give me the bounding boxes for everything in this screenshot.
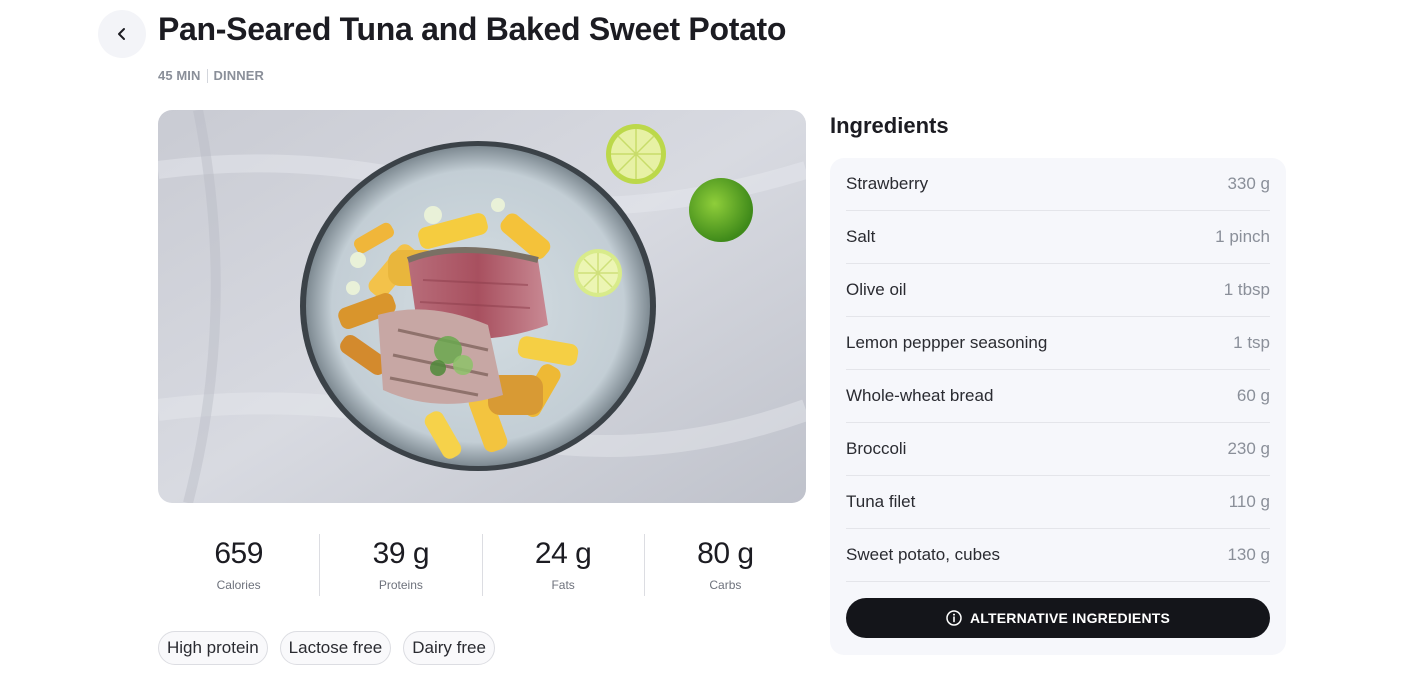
nutrition-stats: 659 Calories 39 g Proteins 24 g Fats 80 …: [158, 534, 806, 596]
recipe-meta: 45 MIN DINNER: [158, 68, 264, 83]
info-circle-icon: [946, 610, 962, 626]
recipe-meal-type: DINNER: [213, 68, 264, 83]
ingredients-heading: Ingredients: [830, 113, 949, 138]
ingredient-row: Lemon peppper seasoning 1 tsp: [846, 317, 1270, 370]
ingredient-qty: 1 tbsp: [1223, 280, 1270, 299]
ingredients-panel: Strawberry 330 g Salt 1 pinch Olive oil …: [830, 158, 1286, 655]
ingredient-name: Salt: [846, 227, 876, 246]
stat-value: 80 g: [697, 537, 754, 570]
tag-dairy-free[interactable]: Dairy free: [403, 631, 495, 665]
tag-high-protein[interactable]: High protein: [158, 631, 268, 665]
ingredient-name: Sweet potato, cubes: [846, 545, 1001, 564]
stat-fats: 24 g Fats: [483, 534, 645, 596]
ingredient-row: Salt 1 pinch: [846, 211, 1270, 264]
ingredient-name: Broccoli: [846, 439, 907, 458]
meta-divider: [206, 68, 208, 83]
stat-value: 24 g: [534, 537, 592, 570]
stat-value: 39 g: [372, 537, 430, 570]
page-title: Pan-Seared Tuna and Baked Sweet Potato: [158, 11, 787, 47]
ingredient-row: Olive oil 1 tbsp: [846, 264, 1270, 317]
recipe-photo: [158, 110, 806, 503]
ingredient-qty: 230 g: [1227, 439, 1270, 458]
ingredient-name: Whole-wheat bread: [846, 386, 994, 405]
ingredient-row: Sweet potato, cubes 130 g: [846, 529, 1270, 582]
ingredient-qty: 1 pinch: [1215, 227, 1270, 246]
stat-calories: 659 Calories: [158, 534, 321, 596]
stat-label: Carbs: [709, 578, 742, 592]
ingredient-row: Strawberry 330 g: [846, 158, 1270, 211]
ingredient-qty: 60 g: [1236, 386, 1270, 405]
stat-label: Proteins: [378, 578, 423, 592]
ingredient-name: Olive oil: [846, 280, 907, 299]
ingredient-row: Tuna filet 110 g: [846, 476, 1270, 529]
stat-proteins: 39 g Proteins: [320, 534, 483, 596]
back-button[interactable]: [98, 10, 146, 58]
diet-tags: High protein Lactose free Dairy free: [158, 631, 495, 665]
alternative-ingredients-button[interactable]: ALTERNATIVE INGREDIENTS: [846, 598, 1270, 638]
tag-lactose-free[interactable]: Lactose free: [279, 631, 392, 665]
ingredient-name: Strawberry: [846, 174, 929, 193]
ingredient-qty: 330 g: [1227, 174, 1270, 193]
ingredient-qty: 110 g: [1228, 492, 1270, 511]
ingredient-name: Tuna filet: [846, 492, 916, 511]
recipe-photo-illustration: [158, 110, 806, 503]
ingredient-qty: 130 g: [1227, 545, 1270, 564]
ingredient-row: Broccoli 230 g: [846, 423, 1270, 476]
stat-label: Fats: [551, 578, 575, 592]
ingredient-row: Whole-wheat bread 60 g: [846, 370, 1270, 423]
stat-label: Calories: [216, 578, 261, 592]
chevron-left-icon: [118, 28, 125, 40]
ingredient-qty: 1 tsp: [1233, 333, 1270, 352]
ingredient-name: Lemon peppper seasoning: [846, 333, 1048, 352]
stat-carbs: 80 g Carbs: [645, 534, 806, 596]
stat-value: 659: [214, 537, 263, 570]
alternative-ingredients-label: ALTERNATIVE INGREDIENTS: [969, 610, 1171, 626]
recipe-duration: 45 MIN: [158, 68, 201, 83]
